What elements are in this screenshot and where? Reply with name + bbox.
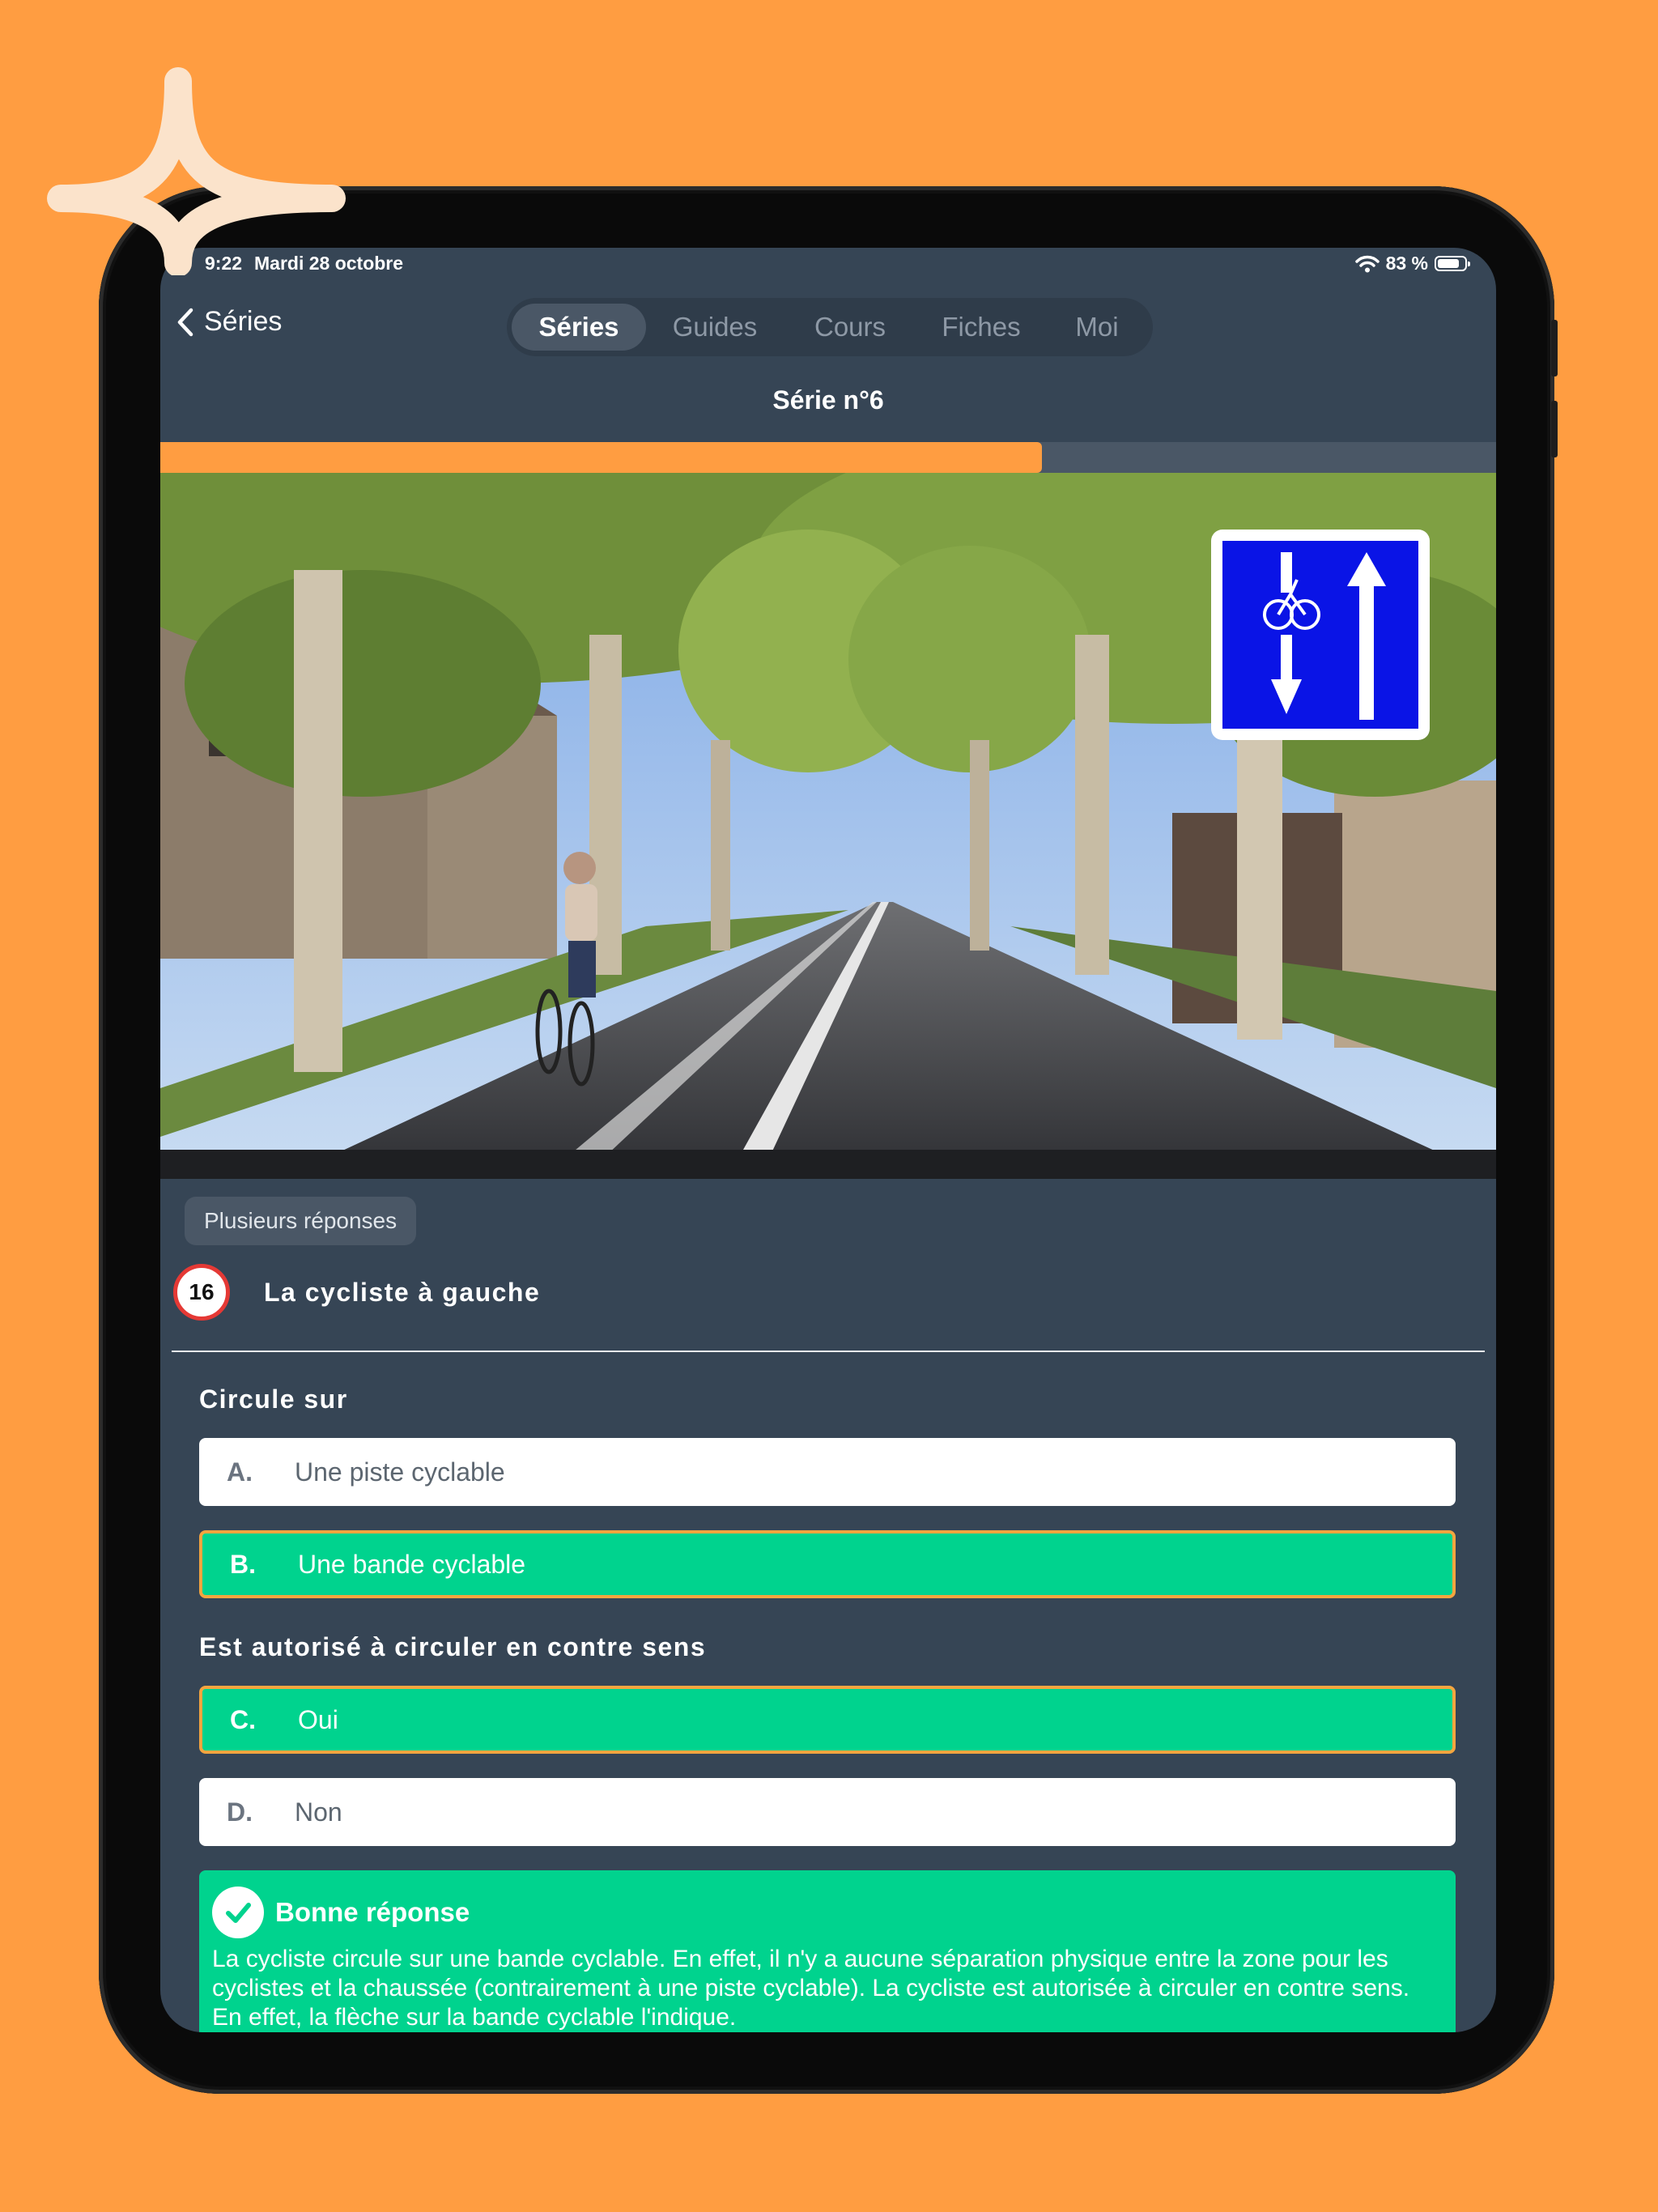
- app-screen: 9:22 Mardi 28 octobre 83 % Séries Séries…: [160, 248, 1496, 2032]
- question-photo: [160, 473, 1496, 1179]
- battery-icon: [1435, 256, 1470, 271]
- question-subtitle-2: Est autorisé à circuler en contre sens: [199, 1632, 707, 1661]
- navigation-bar: Séries Séries Guides Cours Fiches Moi: [160, 291, 1496, 364]
- checkmark-icon: [212, 1887, 264, 1938]
- volume-button: [1551, 320, 1558, 376]
- answer-b[interactable]: B. Une bande cyclable: [199, 1530, 1456, 1598]
- question-title: La cycliste à gauche: [264, 1278, 541, 1307]
- divider: [172, 1351, 1485, 1352]
- answer-text: Oui: [298, 1704, 338, 1734]
- progress-fill: [160, 442, 1042, 473]
- back-label: Séries: [204, 306, 283, 337]
- answer-letter: C.: [230, 1704, 256, 1734]
- answer-letter: B.: [230, 1549, 256, 1579]
- tab-moi[interactable]: Moi: [1046, 304, 1148, 351]
- progress-bar: [160, 442, 1496, 473]
- result-explanation: La cycliste circule sur une bande cyclab…: [212, 1946, 1410, 2031]
- answer-text: Une bande cyclable: [298, 1549, 526, 1579]
- section-tabs: Séries Guides Cours Fiches Moi: [507, 298, 1153, 356]
- answer-a[interactable]: A. Une piste cyclable: [199, 1438, 1456, 1506]
- chevron-left-icon: [177, 308, 193, 336]
- tab-cours[interactable]: Cours: [784, 304, 916, 351]
- volume-button: [1551, 401, 1558, 457]
- status-right: 83 %: [1354, 253, 1470, 274]
- question-type-badge: Plusieurs réponses: [185, 1197, 417, 1245]
- result-label: Bonne réponse: [275, 1897, 470, 1927]
- page-title: Série n°6: [772, 385, 884, 415]
- tab-guides[interactable]: Guides: [646, 304, 784, 351]
- answer-c[interactable]: C. Oui: [199, 1686, 1456, 1754]
- wifi-icon: [1354, 255, 1380, 272]
- answer-letter: D.: [227, 1797, 253, 1827]
- result-card: Bonne réponse La cycliste circule sur un…: [199, 1870, 1456, 2032]
- tab-fiches[interactable]: Fiches: [916, 304, 1046, 351]
- question-subtitle-1: Circule sur: [199, 1385, 348, 1414]
- bicycle-lane-sign: [1211, 530, 1430, 740]
- answer-text: Non: [295, 1797, 342, 1827]
- answer-d[interactable]: D. Non: [199, 1778, 1456, 1846]
- battery-percent: 83 %: [1385, 253, 1428, 274]
- question-number: 16: [173, 1264, 230, 1321]
- status-bar: 9:22 Mardi 28 octobre 83 %: [160, 248, 1496, 287]
- back-button[interactable]: Séries: [176, 306, 282, 338]
- sparkle-decoration: [47, 67, 346, 275]
- answer-text: Une piste cyclable: [295, 1457, 505, 1487]
- answer-letter: A.: [227, 1457, 253, 1487]
- tab-series[interactable]: Séries: [512, 304, 646, 351]
